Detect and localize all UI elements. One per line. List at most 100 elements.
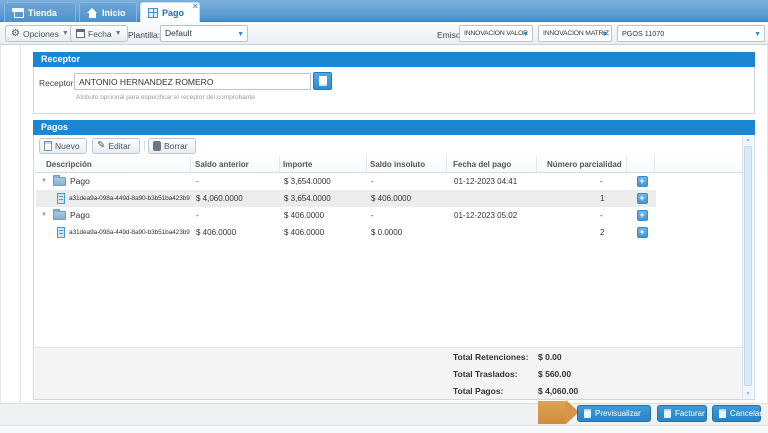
highlight-arrow-annotation <box>538 400 579 425</box>
column-header-fecha-del-pago[interactable]: Fecha del pago <box>447 156 537 173</box>
add-icon[interactable]: + <box>637 193 648 204</box>
table-row[interactable]: ▼ Pago - $ 406.0000 - 01-12-2023 05:02 -… <box>36 207 656 224</box>
contact-card-icon <box>319 76 327 86</box>
cell-fecha-del-pago: 01-12-2023 04:41 <box>448 173 538 190</box>
cell-descripcion: a31dea9a-098a-449d-8a90-b3b51ba423b9 <box>69 190 190 207</box>
opciones-button[interactable]: ⚙ Opciones ▼ <box>5 25 75 42</box>
chevron-down-icon: ▼ <box>754 31 761 38</box>
store-icon <box>12 8 24 18</box>
serie-value: PGOS 11070 <box>622 29 664 38</box>
cell-numero-parcialidad: - <box>538 173 628 190</box>
sucursal-select[interactable]: INNOVACION MATRIZ ▼ <box>538 25 612 42</box>
left-panel-divider <box>20 45 21 403</box>
table-row[interactable]: ▼ Pago - $ 3,654.0000 - 01-12-2023 04:41… <box>36 173 656 190</box>
gear-icon: ⚙ <box>11 29 20 39</box>
cell-numero-parcialidad: 2 <box>538 224 628 241</box>
borrar-button[interactable]: Borrar <box>148 138 196 154</box>
cell-importe: $ 406.0000 <box>281 207 368 224</box>
folder-icon <box>53 211 66 220</box>
close-icon[interactable]: × <box>193 2 198 11</box>
expand-icon[interactable]: ▼ <box>41 173 47 190</box>
grid-header-row: Descripción Saldo anterior Importe Saldo… <box>35 156 744 173</box>
column-header-saldo-insoluto[interactable]: Saldo insoluto <box>367 156 447 173</box>
pagos-section-header: Pagos <box>33 120 755 135</box>
cell-saldo-anterior: - <box>192 173 281 190</box>
vertical-scrollbar[interactable]: ▲ ▼ <box>742 136 753 399</box>
cell-importe: $ 406.0000 <box>281 224 368 241</box>
previsualizar-button[interactable]: Previsualizar <box>577 405 651 422</box>
scroll-down-icon[interactable]: ▼ <box>743 390 753 399</box>
cell-saldo-insoluto: $ 406.0000 <box>368 190 448 207</box>
total-retenciones-label: Total Retenciones: <box>453 352 528 362</box>
cell-saldo-insoluto: $ 0.0000 <box>368 224 448 241</box>
expand-icon[interactable]: ▼ <box>41 207 47 224</box>
receptor-picker-button[interactable] <box>313 72 332 90</box>
chevron-down-icon: ▼ <box>115 30 122 37</box>
chevron-down-icon: ▼ <box>522 31 529 38</box>
cell-descripcion: a31dea9a-098a-449d-8a90-b3b51ba423b9 <box>69 224 190 241</box>
preview-document-icon <box>584 409 591 418</box>
total-pagos-value: $ 4,060.00 <box>538 386 578 396</box>
total-pagos-label: Total Pagos: <box>453 386 503 396</box>
table-row[interactable]: a31dea9a-098a-449d-8a90-b3b51ba423b9 $ 4… <box>36 190 656 207</box>
scrollbar-thumb[interactable] <box>744 146 752 386</box>
previsualizar-label: Previsualizar <box>595 409 641 418</box>
emisor-select[interactable]: INNOVACION VALOR ▼ <box>459 25 533 42</box>
table-row[interactable]: a31dea9a-098a-449d-8a90-b3b51ba423b9 $ 4… <box>36 224 656 241</box>
facturar-label: Facturar <box>675 409 705 418</box>
cell-saldo-anterior: $ 406.0000 <box>192 224 281 241</box>
footer-action-bar <box>0 403 768 425</box>
add-icon[interactable]: + <box>637 227 648 238</box>
plantilla-value: Default <box>165 28 192 38</box>
tab-label: Tienda <box>28 8 57 18</box>
opciones-label: Opciones <box>23 29 59 39</box>
cell-importe: $ 3,654.0000 <box>281 173 368 190</box>
cell-saldo-anterior: $ 4,060.0000 <box>192 190 281 207</box>
cell-saldo-anterior: - <box>192 207 281 224</box>
cancelar-button[interactable]: Cancelar <box>712 405 761 422</box>
tab-label: Pago <box>162 8 184 18</box>
fecha-button[interactable]: Fecha ▼ <box>70 25 128 42</box>
column-header-filler <box>655 156 744 173</box>
totals-footer: Total Retenciones: $ 0.00 Total Traslado… <box>35 347 744 399</box>
column-header-descripcion[interactable]: Descripción <box>35 156 191 173</box>
tab-tienda[interactable]: Tienda <box>4 2 76 22</box>
cell-numero-parcialidad: 1 <box>538 190 628 207</box>
column-header-actions <box>627 156 655 173</box>
scroll-up-icon[interactable]: ▲ <box>743 136 753 145</box>
nuevo-button[interactable]: Nuevo <box>39 138 87 154</box>
receptor-section-header: Receptor <box>33 52 755 67</box>
total-retenciones-value: $ 0.00 <box>538 352 562 362</box>
serie-select[interactable]: PGOS 11070 ▼ <box>617 25 765 42</box>
window-bottom-strip <box>0 425 768 433</box>
tab-inicio[interactable]: Inicio <box>79 2 137 22</box>
cell-descripcion: Pago <box>70 207 90 224</box>
button-separator <box>144 141 145 151</box>
grid-icon <box>148 8 158 18</box>
nuevo-label: Nuevo <box>55 141 80 151</box>
facturar-button[interactable]: Facturar <box>657 405 707 422</box>
folder-icon <box>53 177 66 186</box>
editar-button[interactable]: ✎ Editar <box>92 138 140 154</box>
add-icon[interactable]: + <box>637 210 648 221</box>
column-header-importe[interactable]: Importe <box>280 156 367 173</box>
document-icon <box>57 227 65 238</box>
chevron-down-icon: ▼ <box>601 31 608 38</box>
plantilla-select[interactable]: Default ▼ <box>160 25 248 42</box>
invoice-document-icon <box>664 409 671 418</box>
cell-descripcion: Pago <box>70 173 90 190</box>
cell-importe: $ 3,654.0000 <box>281 190 368 207</box>
home-icon <box>87 8 98 18</box>
main-toolbar: ⚙ Opciones ▼ Fecha ▼ Plantilla: Default … <box>0 22 768 45</box>
cell-fecha-del-pago <box>448 224 538 241</box>
column-header-numero-parcialidad[interactable]: Número parcialidad <box>537 156 627 173</box>
plantilla-label: Plantilla: <box>128 30 160 40</box>
fecha-label: Fecha <box>88 29 112 39</box>
add-icon[interactable]: + <box>637 176 648 187</box>
tab-bar: Tienda Inicio Pago × <box>0 0 768 22</box>
total-traslados-label: Total Traslados: <box>453 369 518 379</box>
receptor-input[interactable] <box>74 73 311 90</box>
column-header-saldo-anterior[interactable]: Saldo anterior <box>191 156 280 173</box>
tab-pago[interactable]: Pago × <box>140 2 200 22</box>
total-traslados-value: $ 560.00 <box>538 369 571 379</box>
